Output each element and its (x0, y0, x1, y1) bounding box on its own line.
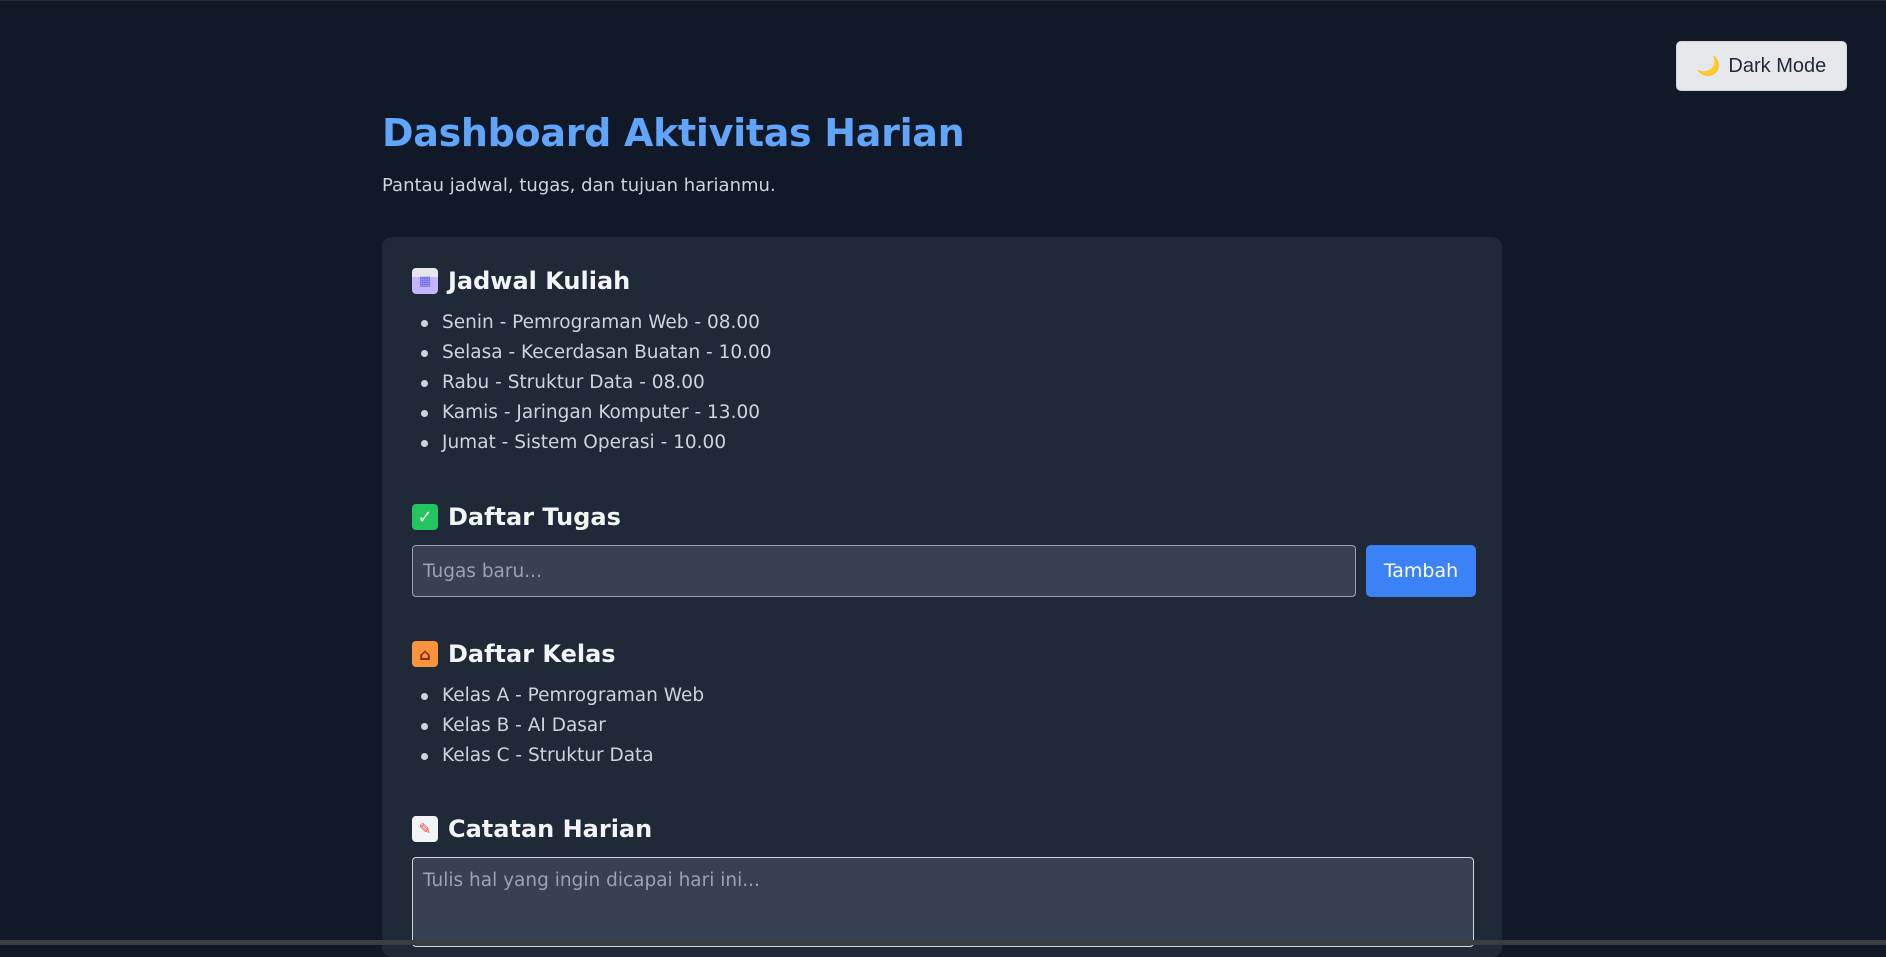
dark-mode-label: Dark Mode (1728, 54, 1827, 77)
daily-notes-textarea[interactable] (412, 857, 1474, 947)
school-icon: ⌂ (412, 641, 438, 667)
schedule-item: Selasa - Kecerdasan Buatan - 10.00 (412, 338, 772, 368)
schedule-section: ▦ Jadwal Kuliah Senin - Pemrograman Web … (412, 267, 772, 458)
dashboard-card: ▦ Jadwal Kuliah Senin - Pemrograman Web … (382, 237, 1502, 957)
main-container: Dashboard Aktivitas Harian Pantau jadwal… (382, 111, 1502, 957)
class-item: Kelas B - AI Dasar (412, 711, 704, 741)
schedule-item: Rabu - Struktur Data - 08.00 (412, 368, 772, 398)
window-bottom-edge (0, 940, 1886, 945)
crescent-moon-icon: 🌙 (1696, 56, 1721, 77)
task-input-row: Tambah (412, 545, 1476, 597)
class-item: Kelas A - Pemrograman Web (412, 681, 704, 711)
dark-mode-toggle-button[interactable]: 🌙 Dark Mode (1676, 41, 1847, 91)
classes-section: ⌂ Daftar Kelas Kelas A - Pemrograman Web… (412, 640, 704, 771)
app-window: 🌙 Dark Mode Dashboard Aktivitas Harian P… (0, 0, 1886, 957)
schedule-item: Senin - Pemrograman Web - 08.00 (412, 308, 772, 338)
memo-icon: ✎ (412, 816, 438, 842)
calendar-icon: ▦ (412, 268, 438, 294)
page-title: Dashboard Aktivitas Harian (382, 111, 965, 155)
schedule-item: Kamis - Jaringan Komputer - 13.00 (412, 398, 772, 428)
add-task-button[interactable]: Tambah (1366, 545, 1476, 597)
new-task-input[interactable] (412, 545, 1356, 597)
notes-heading: ✎ Catatan Harian (412, 815, 1474, 843)
classes-list: Kelas A - Pemrograman Web Kelas B - AI D… (412, 681, 704, 771)
tasks-section: ✓ Daftar Tugas Tambah (412, 503, 1476, 597)
notes-title: Catatan Harian (448, 815, 653, 843)
tasks-heading: ✓ Daftar Tugas (412, 503, 1476, 531)
check-mark-icon: ✓ (412, 504, 438, 530)
schedule-list: Senin - Pemrograman Web - 08.00 Selasa -… (412, 308, 772, 458)
schedule-heading: ▦ Jadwal Kuliah (412, 267, 772, 295)
schedule-item: Jumat - Sistem Operasi - 10.00 (412, 428, 772, 458)
classes-title: Daftar Kelas (448, 640, 616, 668)
classes-heading: ⌂ Daftar Kelas (412, 640, 704, 668)
class-item: Kelas C - Struktur Data (412, 741, 704, 771)
page-subtitle: Pantau jadwal, tugas, dan tujuan harianm… (382, 175, 776, 196)
tasks-title: Daftar Tugas (448, 503, 621, 531)
notes-section: ✎ Catatan Harian (412, 815, 1474, 951)
schedule-title: Jadwal Kuliah (448, 267, 631, 295)
